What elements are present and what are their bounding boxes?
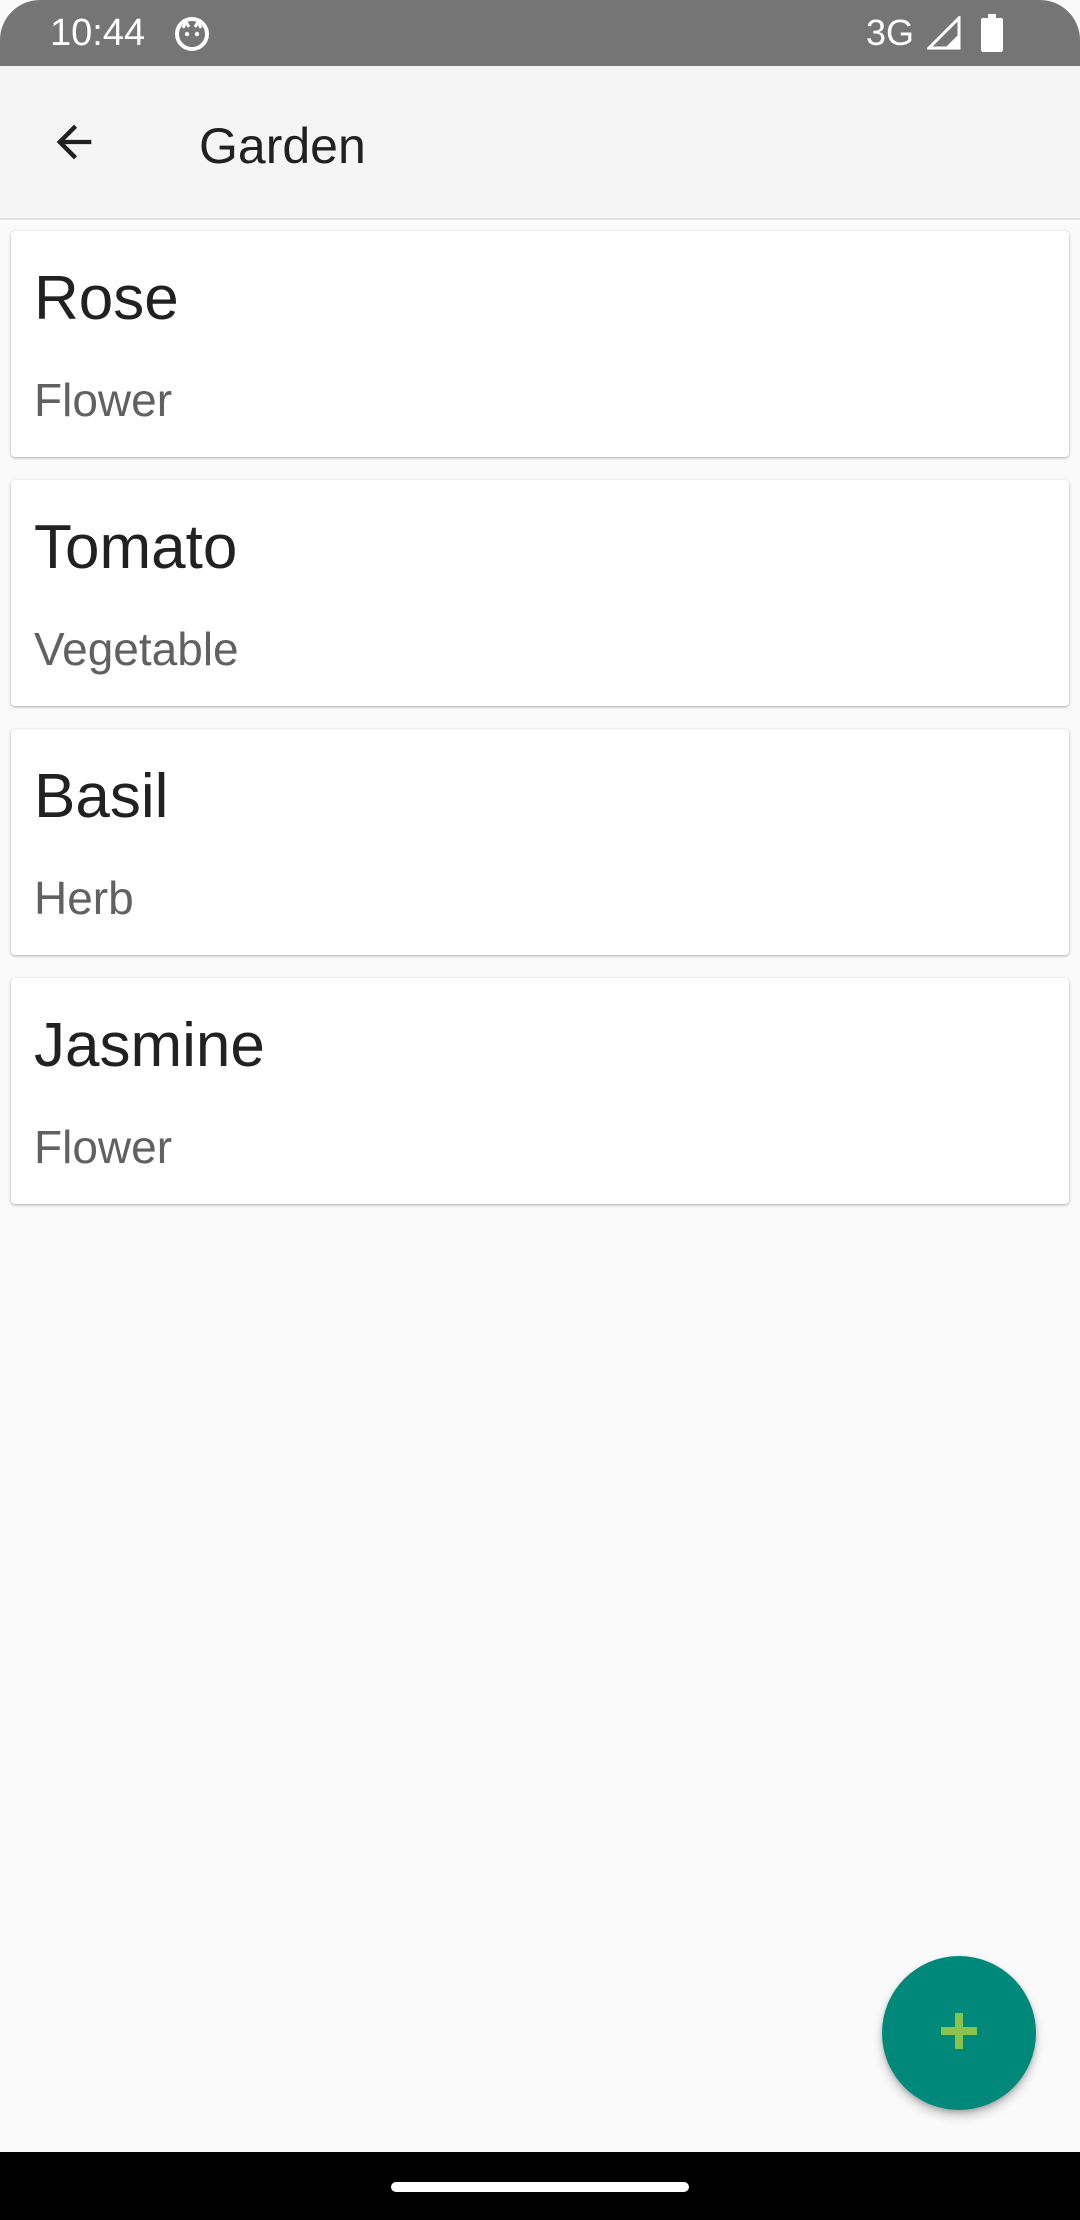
plant-card-tomato[interactable]: Tomato Vegetable xyxy=(11,480,1069,706)
app-bar: Garden xyxy=(0,66,1080,220)
plant-name: Rose xyxy=(34,264,179,333)
page-title: Garden xyxy=(199,118,366,174)
plant-type: Vegetable xyxy=(34,623,239,675)
plant-name: Jasmine xyxy=(34,1011,265,1080)
home-indicator[interactable] xyxy=(391,2182,689,2192)
cell-signal-icon xyxy=(925,14,961,50)
back-button[interactable] xyxy=(36,106,112,182)
plant-card-rose[interactable]: Rose Flower xyxy=(11,231,1069,457)
status-time: 10:44 xyxy=(50,12,146,54)
plant-card-jasmine[interactable]: Jasmine Flower xyxy=(11,978,1069,1204)
plant-type: Flower xyxy=(34,374,173,426)
battery-icon xyxy=(980,14,1004,52)
add-plant-button[interactable] xyxy=(882,1956,1036,2110)
plant-type: Herb xyxy=(34,872,134,924)
plant-list: Rose Flower Tomato Vegetable Basil Herb … xyxy=(11,231,1069,1227)
plant-name: Basil xyxy=(34,762,169,831)
plant-card-basil[interactable]: Basil Herb xyxy=(11,729,1069,955)
plant-name: Tomato xyxy=(34,513,238,582)
status-bar: 10:44 3G xyxy=(0,0,1080,66)
navigation-bar xyxy=(0,2152,1080,2220)
cat-notification-icon xyxy=(174,16,210,52)
arrow-back-icon xyxy=(48,116,100,173)
plant-type: Flower xyxy=(34,1121,173,1173)
add-icon xyxy=(937,2009,981,2058)
network-type-label: 3G xyxy=(866,12,915,53)
